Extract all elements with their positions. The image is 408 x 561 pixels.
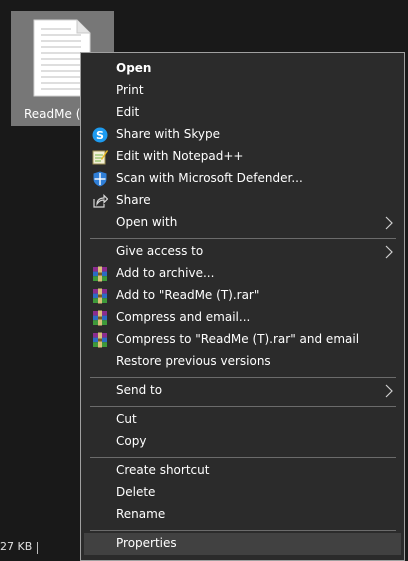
menu-item-label: Send to (116, 383, 163, 397)
menu-item-share[interactable]: Share (84, 190, 401, 212)
chevron-right-icon (385, 216, 393, 230)
defender-icon (93, 171, 107, 187)
menu-item-copy[interactable]: Copy (84, 431, 401, 453)
menu-item-open[interactable]: Open (84, 58, 401, 80)
chevron-right-icon (385, 245, 393, 259)
menu-item-add-to-archive[interactable]: Add to archive... (84, 263, 401, 285)
chevron-right-icon (385, 384, 393, 398)
context-menu: Open Print Edit S Share with Skype Edit … (80, 52, 405, 561)
menu-item-print[interactable]: Print (84, 80, 401, 102)
menu-item-label: Add to archive... (116, 266, 215, 280)
menu-item-label: Compress and email... (116, 310, 251, 324)
menu-item-label: Print (116, 83, 144, 97)
menu-item-edit-with-notepadpp[interactable]: Edit with Notepad++ (84, 146, 401, 168)
winrar-icon (93, 332, 107, 348)
menu-item-add-to-rar[interactable]: Add to "ReadMe (T).rar" (84, 285, 401, 307)
winrar-icon (93, 288, 107, 304)
menu-item-label: Restore previous versions (116, 354, 271, 368)
menu-item-scan-defender[interactable]: Scan with Microsoft Defender... (84, 168, 401, 190)
menu-item-label: Cut (116, 412, 137, 426)
menu-separator (90, 457, 396, 458)
menu-item-cut[interactable]: Cut (84, 409, 401, 431)
menu-item-delete[interactable]: Delete (84, 482, 401, 504)
svg-text:S: S (96, 129, 104, 142)
skype-icon: S (92, 127, 108, 143)
menu-item-restore-previous-versions[interactable]: Restore previous versions (84, 351, 401, 373)
menu-item-label: Scan with Microsoft Defender... (116, 171, 303, 185)
menu-item-label: Edit (116, 105, 140, 119)
menu-item-label: Properties (116, 536, 177, 550)
menu-item-compress-to-rar-and-email[interactable]: Compress to "ReadMe (T).rar" and email (84, 329, 401, 351)
menu-item-label: Open (116, 61, 152, 75)
menu-item-send-to[interactable]: Send to (84, 380, 401, 402)
menu-item-label: Rename (116, 507, 166, 521)
winrar-icon (93, 266, 107, 282)
winrar-icon (93, 310, 107, 326)
menu-item-label: Share (116, 193, 151, 207)
menu-item-label: Create shortcut (116, 463, 210, 477)
menu-item-rename[interactable]: Rename (84, 504, 401, 526)
menu-item-label: Add to "ReadMe (T).rar" (116, 288, 260, 302)
menu-item-label: Delete (116, 485, 156, 499)
status-file-size: 27 KB (0, 540, 33, 553)
menu-separator (90, 530, 396, 531)
menu-item-label: Open with (116, 215, 178, 229)
menu-separator (90, 377, 396, 378)
menu-item-label: Compress to "ReadMe (T).rar" and email (116, 332, 360, 346)
menu-item-create-shortcut[interactable]: Create shortcut (84, 460, 401, 482)
share-icon (93, 194, 108, 208)
menu-item-open-with[interactable]: Open with (84, 212, 401, 234)
menu-item-label: Share with Skype (116, 127, 220, 141)
menu-item-properties[interactable]: Properties (84, 533, 401, 555)
menu-item-edit[interactable]: Edit (84, 102, 401, 124)
notepadpp-icon (92, 150, 108, 165)
menu-item-share-with-skype[interactable]: S Share with Skype (84, 124, 401, 146)
menu-separator (90, 238, 396, 239)
menu-item-give-access[interactable]: Give access to (84, 241, 401, 263)
menu-item-label: Copy (116, 434, 147, 448)
menu-item-label: Edit with Notepad++ (116, 149, 244, 163)
status-divider (37, 542, 38, 554)
menu-separator (90, 406, 396, 407)
menu-item-label: Give access to (116, 244, 204, 258)
menu-item-compress-and-email[interactable]: Compress and email... (84, 307, 401, 329)
